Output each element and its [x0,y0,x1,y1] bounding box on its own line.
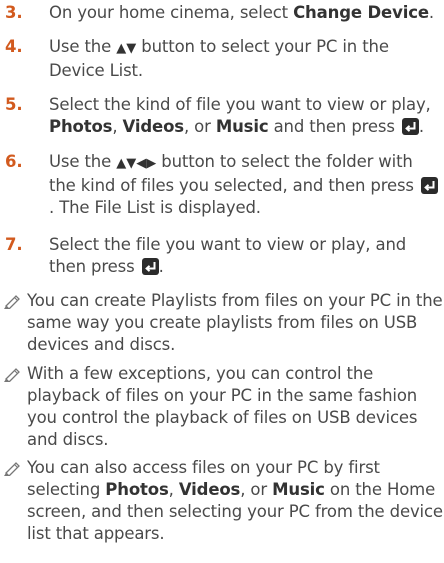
note-text: You can also access files on your PC by … [27,457,443,545]
step-text-part: Select the file you want to view or play… [49,235,407,276]
step-number: 6. [5,152,23,171]
step-text-part: . [418,117,425,136]
keyword-photos: Photos [49,117,113,136]
note-pencil-icon [4,368,20,382]
step-text: Use the ▲▼◀▶ button to select the folder… [49,151,441,219]
step-text-part: . [158,257,164,276]
enter-button-icon [420,177,438,194]
keyword-change-device: Change Device [293,3,429,22]
note-pencil-icon [4,462,20,476]
keyword-music: Music [272,480,325,499]
note-text: With a few exceptions, you can control t… [27,364,418,449]
note-text: You can create Playlists from files on y… [27,291,443,354]
up-down-arrow-icon: ▲▼ [116,41,137,56]
enter-button-icon [401,118,419,135]
step-text-part: . [428,3,434,22]
step-text: Select the file you want to view or play… [49,234,441,278]
step-text-part: , or [183,117,216,136]
step-number: 3. [5,3,23,22]
step-text-part: , [112,117,123,136]
step-text: On your home cinema, select Change Devic… [49,2,441,24]
keyword-videos: Videos [178,480,241,499]
direction-arrows-icon: ▲▼◀▶ [116,156,157,171]
keyword-videos: Videos [122,117,185,136]
step-text-part: Select the kind of file you want to view… [49,95,431,114]
note-text-part: , [168,480,179,499]
note-text-part: , or [240,480,273,499]
step-text-part: and then press [268,117,400,136]
step-number: 4. [5,37,23,56]
keyword-music: Music [215,117,269,136]
step-text-part: Use the [49,37,117,56]
step-number: 7. [5,235,23,254]
step-text: Select the kind of file you want to view… [49,94,441,138]
note-pencil-icon [4,295,20,309]
manual-page: 3. On your home cinema, select Change De… [0,0,444,563]
step-text-part: Use the [49,152,117,171]
step-text: Use the ▲▼ button to select your PC in t… [49,36,441,82]
step-number: 5. [5,95,23,114]
step-text-part: On your home cinema, select [49,3,294,22]
step-text-part: . The File List is displayed. [49,198,261,217]
keyword-photos: Photos [105,480,169,499]
enter-button-icon [141,258,159,275]
